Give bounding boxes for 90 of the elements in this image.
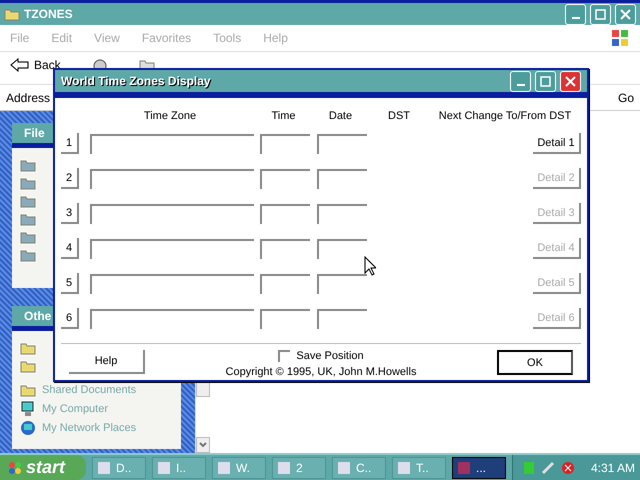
date-field[interactable] [317, 238, 367, 258]
app-icon [157, 460, 171, 474]
taskbar-button[interactable]: 2 [272, 456, 326, 478]
time-zone-field[interactable] [90, 274, 254, 294]
column-header: Date [328, 110, 354, 122]
time-field[interactable] [260, 168, 310, 188]
folder-icon [20, 341, 36, 355]
time-field[interactable] [260, 204, 310, 224]
ok-button[interactable]: OK [497, 350, 573, 375]
back-arrow-icon [10, 58, 30, 72]
folder-icon [20, 176, 36, 190]
minimize-button[interactable] [565, 4, 586, 24]
computer-icon [20, 401, 36, 417]
close-button[interactable] [615, 4, 636, 24]
app-icon [277, 460, 291, 474]
taskbar-button[interactable]: ... [452, 456, 506, 478]
row-number-button[interactable]: 1 [61, 133, 79, 154]
close-button[interactable] [560, 70, 581, 92]
restore-button[interactable] [590, 4, 611, 24]
folder-icon [20, 158, 36, 172]
windows-logo-icon [610, 28, 630, 48]
dialog-title: World Time Zones Display [61, 74, 212, 88]
menu-item[interactable]: Help [263, 31, 288, 45]
scroll-down-button[interactable] [196, 437, 210, 453]
minimize-button[interactable] [510, 70, 531, 92]
folder-icon [20, 194, 36, 208]
date-field[interactable] [317, 274, 367, 294]
menu-item[interactable]: Edit [51, 31, 72, 45]
app-icon [457, 460, 471, 474]
panel-link[interactable]: My Computer [20, 401, 173, 417]
minimize-icon [572, 17, 580, 19]
date-field[interactable] [317, 204, 367, 224]
folder-icon [20, 383, 36, 397]
taskbar-button[interactable]: W. [212, 456, 266, 478]
clock: 4:31 AM [591, 460, 636, 474]
app-icon [97, 460, 111, 474]
minimize-icon [516, 84, 524, 86]
taskbar-button[interactable]: T.. [392, 456, 446, 478]
app-icon [337, 460, 351, 474]
address-label: Address [6, 90, 50, 104]
folder-icon [20, 248, 36, 262]
battery-icon [523, 460, 535, 474]
column-header: Next Change To/From DST [438, 110, 572, 122]
time-field[interactable] [260, 134, 310, 154]
go-button[interactable]: Go [618, 90, 634, 104]
time-field[interactable] [260, 274, 310, 294]
taskbar-button[interactable]: D.. [92, 456, 146, 478]
chevron-down-icon [199, 442, 207, 448]
help-button[interactable]: Help [69, 350, 145, 374]
toolbar-button[interactable]: Back [10, 58, 61, 72]
folder-icon [4, 7, 20, 21]
time-zone-field[interactable] [90, 168, 254, 188]
menu-item[interactable]: File [10, 31, 30, 45]
date-field[interactable] [317, 134, 367, 154]
date-field[interactable] [317, 308, 367, 328]
time-zone-field[interactable] [90, 204, 254, 224]
close-icon [620, 8, 631, 20]
date-field[interactable] [317, 168, 367, 188]
maximize-icon [595, 8, 606, 20]
folder-icon [20, 212, 36, 226]
column-header: Time [270, 110, 297, 122]
shield-icon [561, 460, 575, 474]
detail-button[interactable]: Detail 1 [533, 133, 581, 154]
column-header: Time Zone [142, 110, 198, 122]
mouse-cursor-icon [364, 256, 376, 276]
app-icon [397, 460, 411, 474]
time-zone-field[interactable] [90, 238, 254, 258]
start-button[interactable]: start [0, 455, 86, 480]
panel-link[interactable]: My Network Places [20, 420, 173, 436]
maximize-button[interactable] [535, 70, 556, 92]
four-color-logo-icon [8, 460, 22, 474]
save-position-checkbox[interactable]: Save Position [278, 350, 364, 362]
time-field[interactable] [260, 308, 310, 328]
maximize-icon [540, 76, 551, 86]
folder-icon [20, 359, 36, 373]
taskbar-button[interactable]: C.. [332, 456, 386, 478]
menu-item[interactable]: View [94, 31, 120, 45]
window-title: TZONES [24, 7, 74, 21]
taskbar-button[interactable]: I.. [152, 456, 206, 478]
time-field[interactable] [260, 238, 310, 258]
time-zone-field[interactable] [90, 134, 254, 154]
column-header: DST [387, 110, 411, 122]
close-icon [565, 76, 576, 86]
menu-item[interactable]: Favorites [142, 31, 192, 45]
app-icon [217, 460, 231, 474]
menu-item[interactable]: Tools [213, 31, 242, 45]
time-zone-field[interactable] [90, 308, 254, 328]
copyright-text: Copyright © 1995, UK, John M.Howells [226, 366, 416, 378]
panel-link[interactable]: Shared Documents [20, 382, 173, 398]
folder-icon [20, 230, 36, 244]
